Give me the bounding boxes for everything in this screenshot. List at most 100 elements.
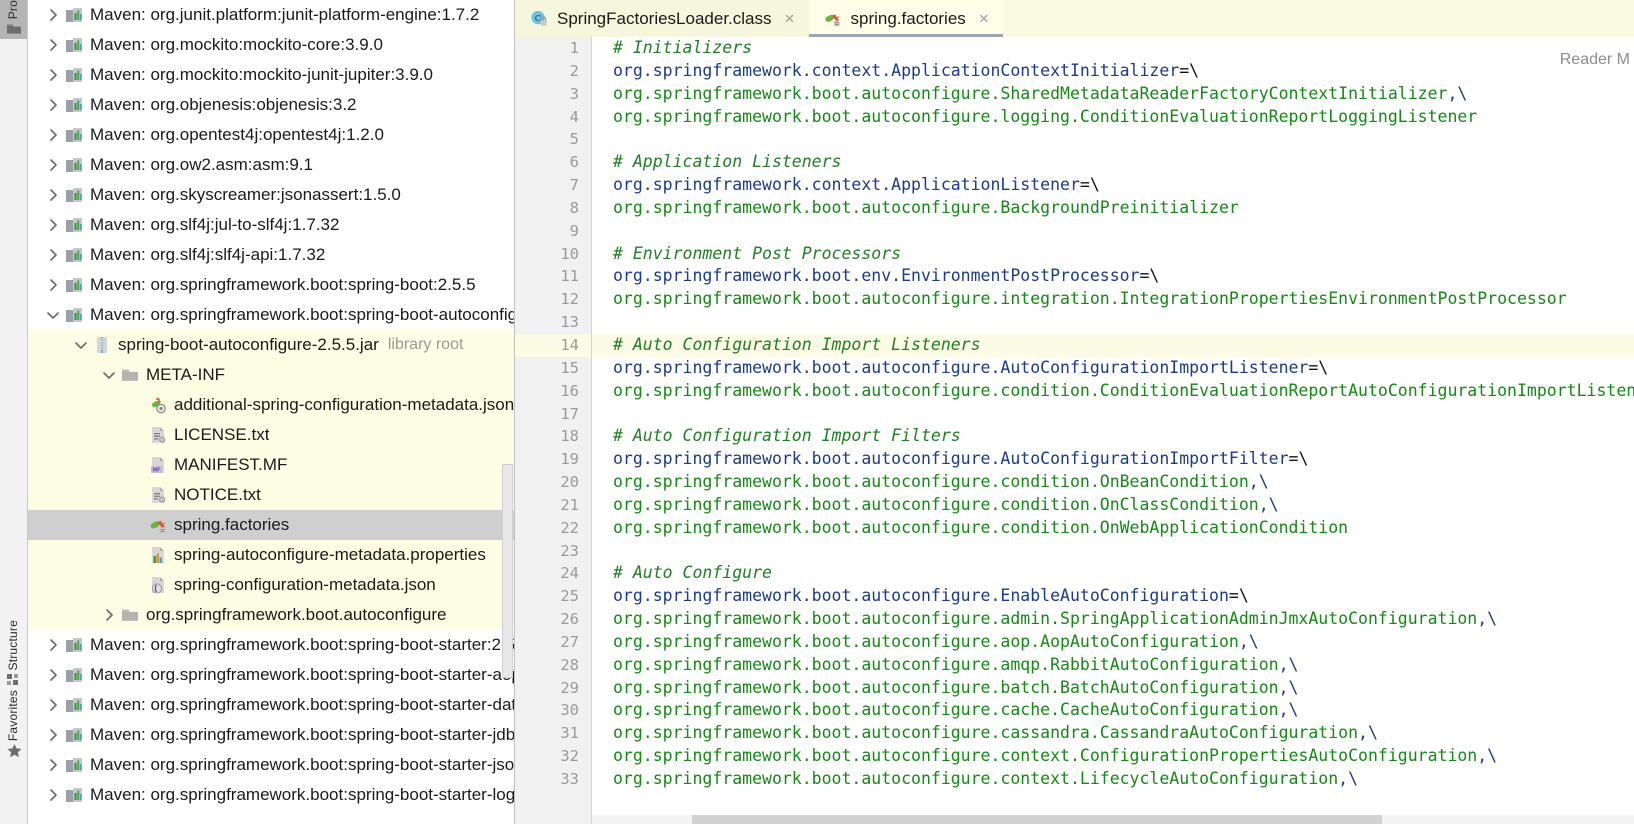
close-icon[interactable]: × [783, 10, 797, 27]
code-line[interactable]: org.springframework.boot.autoconfigure.B… [592, 197, 1634, 220]
line-number[interactable]: 13 [515, 311, 591, 334]
tree-row[interactable]: Maven: org.objenesis:objenesis:3.2 [28, 90, 514, 120]
tree-row[interactable]: Maven: org.springframework.boot:spring-b… [28, 750, 514, 780]
tree-row[interactable]: Maven: org.mockito:mockito-junit-jupiter… [28, 60, 514, 90]
line-number[interactable]: 31 [515, 722, 591, 745]
code-line[interactable]: # Initializers [592, 37, 1634, 60]
chevron-down-icon[interactable] [98, 367, 120, 383]
chevron-right-icon[interactable] [42, 787, 64, 803]
line-number[interactable]: 20 [515, 471, 591, 494]
line-number[interactable]: 32 [515, 745, 591, 768]
project-tree-scrollbar[interactable] [502, 464, 513, 678]
line-number[interactable]: 12 [515, 288, 591, 311]
editor-viewport[interactable]: 1234567891011121314151617181920212223242… [515, 37, 1634, 824]
chevron-down-icon[interactable] [70, 337, 92, 353]
chevron-right-icon[interactable] [42, 97, 64, 113]
tool-window-button-structure[interactable]: Structure [0, 620, 27, 691]
tree-row[interactable]: Maven: org.springframework.boot:spring-b… [28, 660, 514, 690]
code-line[interactable]: org.springframework.boot.autoconfigure.b… [592, 677, 1634, 700]
code-line[interactable]: org.springframework.boot.autoconfigure.c… [592, 471, 1634, 494]
code-line-blank[interactable] [592, 403, 1634, 426]
chevron-right-icon[interactable] [98, 607, 120, 623]
chevron-right-icon[interactable] [42, 277, 64, 293]
line-number[interactable]: 7 [515, 174, 591, 197]
tree-row[interactable]: LICENSE.txt [28, 420, 514, 450]
line-number[interactable]: 15 [515, 357, 591, 380]
code-line[interactable]: org.springframework.context.ApplicationC… [592, 60, 1634, 83]
line-number[interactable]: 1 [515, 37, 591, 60]
editor-gutter[interactable]: 1234567891011121314151617181920212223242… [515, 37, 592, 824]
line-number[interactable]: 11 [515, 265, 591, 288]
tree-row[interactable]: Maven: org.opentest4j:opentest4j:1.2.0 [28, 120, 514, 150]
tree-row[interactable]: Maven: org.skyscreamer:jsonassert:1.5.0 [28, 180, 514, 210]
chevron-right-icon[interactable] [42, 757, 64, 773]
tree-row[interactable]: Maven: org.junit.platform:junit-platform… [28, 0, 514, 30]
editor-tab[interactable]: spring.factories× [809, 0, 1003, 37]
tree-row[interactable]: NOTICE.txt [28, 480, 514, 510]
chevron-right-icon[interactable] [42, 217, 64, 233]
line-number[interactable]: 16 [515, 380, 591, 403]
tree-row[interactable]: Maven: org.springframework.boot:spring-b… [28, 630, 514, 660]
code-line[interactable]: org.springframework.boot.autoconfigure.c… [592, 722, 1634, 745]
line-number[interactable]: 28 [515, 654, 591, 677]
line-number[interactable]: 25 [515, 585, 591, 608]
code-line[interactable]: org.springframework.boot.autoconfigure.A… [592, 448, 1634, 471]
tree-row[interactable]: Maven: org.springframework.boot:spring-b… [28, 270, 514, 300]
tree-row[interactable]: spring-configuration-metadata.json [28, 570, 514, 600]
line-number[interactable]: 29 [515, 677, 591, 700]
editor-tab[interactable]: CSpringFactoriesLoader.class× [515, 0, 809, 37]
chevron-right-icon[interactable] [42, 247, 64, 263]
tree-row[interactable]: additional-spring-configuration-metadata… [28, 390, 514, 420]
code-line[interactable]: org.springframework.boot.autoconfigure.c… [592, 699, 1634, 722]
chevron-right-icon[interactable] [42, 187, 64, 203]
project-tree[interactable]: Maven: org.junit.platform:junit-platform… [28, 0, 514, 810]
tree-row[interactable]: spring-autoconfigure-metadata.properties [28, 540, 514, 570]
chevron-right-icon[interactable] [42, 37, 64, 53]
tree-row[interactable]: Maven: org.springframework.boot:spring-b… [28, 690, 514, 720]
chevron-right-icon[interactable] [42, 157, 64, 173]
code-line[interactable]: org.springframework.boot.env.Environment… [592, 265, 1634, 288]
editor-hscroll-thumb[interactable] [692, 815, 1382, 824]
line-number[interactable]: 33 [515, 768, 591, 791]
tree-row[interactable]: META-INF [28, 360, 514, 390]
tree-row[interactable]: Maven: org.slf4j:jul-to-slf4j:1.7.32 [28, 210, 514, 240]
code-line[interactable]: org.springframework.context.ApplicationL… [592, 174, 1634, 197]
code-line-blank[interactable] [592, 540, 1634, 563]
code-line[interactable]: org.springframework.boot.autoconfigure.l… [592, 106, 1634, 129]
chevron-right-icon[interactable] [42, 67, 64, 83]
code-line-blank[interactable] [592, 311, 1634, 334]
editor-code[interactable]: # Initializersorg.springframework.contex… [592, 37, 1634, 824]
line-number[interactable]: 4 [515, 106, 591, 129]
project-tool-window[interactable]: Maven: org.junit.platform:junit-platform… [28, 0, 515, 824]
line-number[interactable]: 19 [515, 448, 591, 471]
code-line[interactable]: org.springframework.boot.autoconfigure.a… [592, 631, 1634, 654]
tree-row[interactable]: spring-boot-autoconfigure-2.5.5.jarlibra… [28, 330, 514, 360]
line-number[interactable]: 18 [515, 425, 591, 448]
code-line[interactable]: org.springframework.boot.autoconfigure.a… [592, 654, 1634, 677]
code-line[interactable]: org.springframework.boot.autoconfigure.c… [592, 517, 1634, 540]
line-number[interactable]: 22 [515, 517, 591, 540]
code-line-blank[interactable] [592, 220, 1634, 243]
line-number[interactable]: 21 [515, 494, 591, 517]
chevron-down-icon[interactable] [42, 307, 64, 323]
line-number[interactable]: 3 [515, 83, 591, 106]
line-number[interactable]: 24 [515, 562, 591, 585]
code-line[interactable]: org.springframework.boot.autoconfigure.E… [592, 585, 1634, 608]
code-line-blank[interactable] [592, 128, 1634, 151]
code-line[interactable]: # Auto Configure [592, 562, 1634, 585]
code-line[interactable]: org.springframework.boot.autoconfigure.c… [592, 745, 1634, 768]
tree-row[interactable]: Maven: org.springframework.boot:spring-b… [28, 720, 514, 750]
chevron-right-icon[interactable] [42, 7, 64, 23]
code-line[interactable]: org.springframework.boot.autoconfigure.A… [592, 357, 1634, 380]
code-line[interactable]: org.springframework.boot.autoconfigure.a… [592, 608, 1634, 631]
tree-row[interactable]: Maven: org.springframework.boot:spring-b… [28, 300, 514, 330]
line-number[interactable]: 23 [515, 540, 591, 563]
tree-row[interactable]: MFMANIFEST.MF [28, 450, 514, 480]
line-number[interactable]: 2 [515, 60, 591, 83]
code-line[interactable]: org.springframework.boot.autoconfigure.c… [592, 494, 1634, 517]
tool-window-button-project[interactable]: Pro [0, 0, 27, 39]
line-number[interactable]: 30 [515, 699, 591, 722]
code-line[interactable]: # Auto Configuration Import Filters [592, 425, 1634, 448]
line-number[interactable]: 9 [515, 220, 591, 243]
tool-window-button-favorites[interactable]: Favorites [0, 690, 27, 761]
